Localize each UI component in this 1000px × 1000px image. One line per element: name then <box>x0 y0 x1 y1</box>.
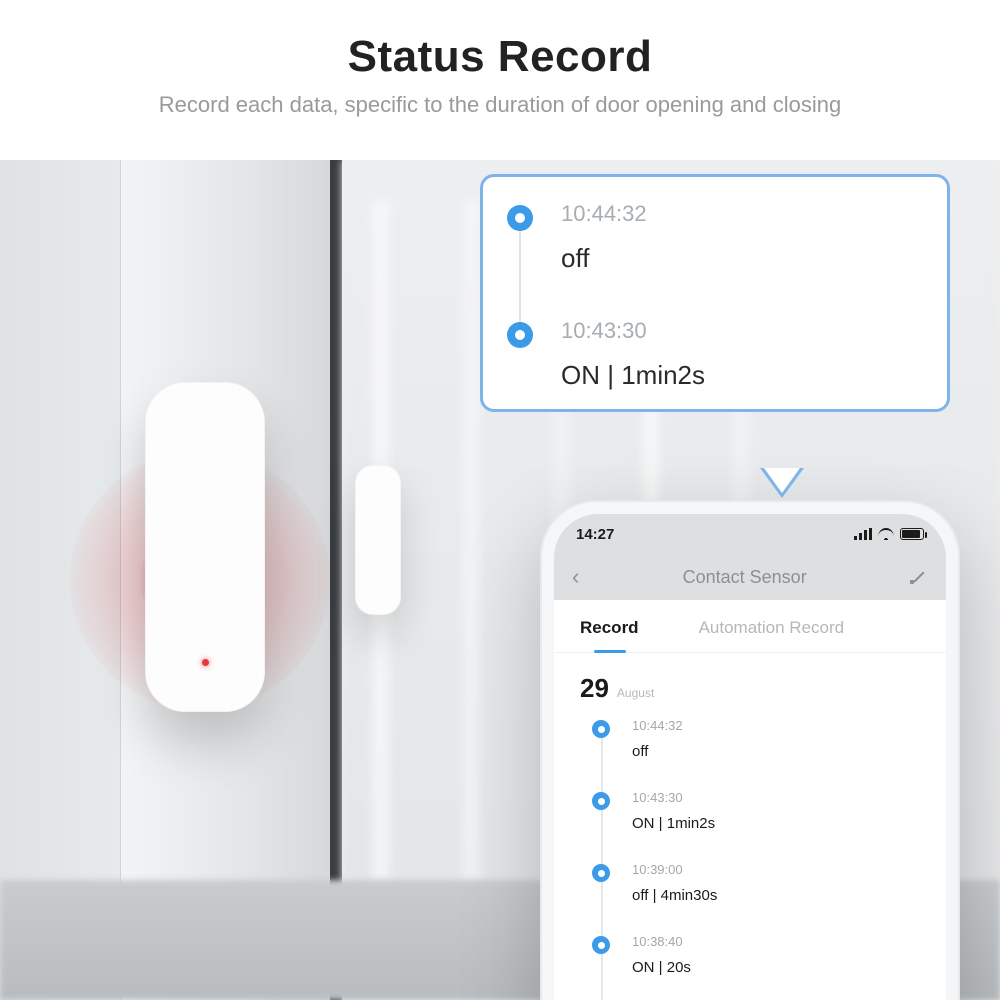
signal-icon <box>854 528 872 540</box>
door-sensor-magnet <box>355 465 401 615</box>
sensor-led-icon <box>202 659 209 666</box>
callout-status: off <box>561 243 647 274</box>
timeline-dot-icon <box>592 864 610 882</box>
edit-icon[interactable] <box>910 568 928 586</box>
timeline-status: off | 4min30s <box>632 887 717 904</box>
app-bar: ‹ Contact Sensor <box>554 554 946 600</box>
callout-status: ON | 1min2s <box>561 360 705 391</box>
date-month: August <box>617 686 654 700</box>
timeline-dot-icon <box>507 205 533 231</box>
tab-record[interactable]: Record <box>580 618 639 652</box>
door-gap <box>330 160 342 1000</box>
date-day: 29 <box>580 673 609 704</box>
statusbar-time: 14:27 <box>576 526 614 543</box>
timeline-dot-icon <box>592 720 610 738</box>
callout-item: 10:43:30 ON | 1min2s <box>507 318 919 391</box>
timeline-status: ON | 1min2s <box>632 815 715 832</box>
timeline-time: 10:39:00 <box>632 862 717 877</box>
callout-time: 10:44:32 <box>561 201 647 227</box>
phone-statusbar: 14:27 <box>554 514 946 554</box>
tabs: Record Automation Record <box>554 600 946 653</box>
callout-item: 10:44:32 off <box>507 201 919 274</box>
date-header: 29 August <box>554 653 946 712</box>
timeline-item[interactable]: 10:38:40 ON | 20s <box>592 934 920 976</box>
callout-tail-icon <box>760 468 804 498</box>
timeline-dot-icon <box>592 792 610 810</box>
timeline[interactable]: 10:44:32 off 10:43:30 ON | 1min2s 10:39:… <box>554 712 946 976</box>
marketing-header: Status Record Record each data, specific… <box>0 0 1000 136</box>
page-title: Status Record <box>20 32 980 82</box>
timeline-time: 10:44:32 <box>632 718 683 733</box>
back-button[interactable]: ‹ <box>572 564 579 590</box>
timeline-time: 10:43:30 <box>632 790 715 805</box>
timeline-item[interactable]: 10:39:00 off | 4min30s <box>592 862 920 904</box>
status-callout: 10:44:32 off 10:43:30 ON | 1min2s <box>480 174 950 412</box>
battery-icon <box>900 528 924 540</box>
timeline-item[interactable]: 10:43:30 ON | 1min2s <box>592 790 920 832</box>
timeline-status: off <box>632 743 683 760</box>
door-sensor-main <box>145 382 265 712</box>
scene-illustration: 10:44:32 off 10:43:30 ON | 1min2s 14:27 <box>0 160 1000 1000</box>
timeline-status: ON | 20s <box>632 959 691 976</box>
app-title: Contact Sensor <box>579 567 910 588</box>
page-subtitle: Record each data, specific to the durati… <box>20 92 980 118</box>
timeline-dot-icon <box>507 322 533 348</box>
timeline-time: 10:38:40 <box>632 934 691 949</box>
phone-mockup: 14:27 ‹ Contact Sensor Record Automation… <box>540 500 960 1000</box>
timeline-item[interactable]: 10:44:32 off <box>592 718 920 760</box>
tab-automation-record[interactable]: Automation Record <box>699 618 845 652</box>
callout-time: 10:43:30 <box>561 318 705 344</box>
timeline-dot-icon <box>592 936 610 954</box>
wifi-icon <box>878 528 894 540</box>
phone-screen: 14:27 ‹ Contact Sensor Record Automation… <box>554 514 946 1000</box>
